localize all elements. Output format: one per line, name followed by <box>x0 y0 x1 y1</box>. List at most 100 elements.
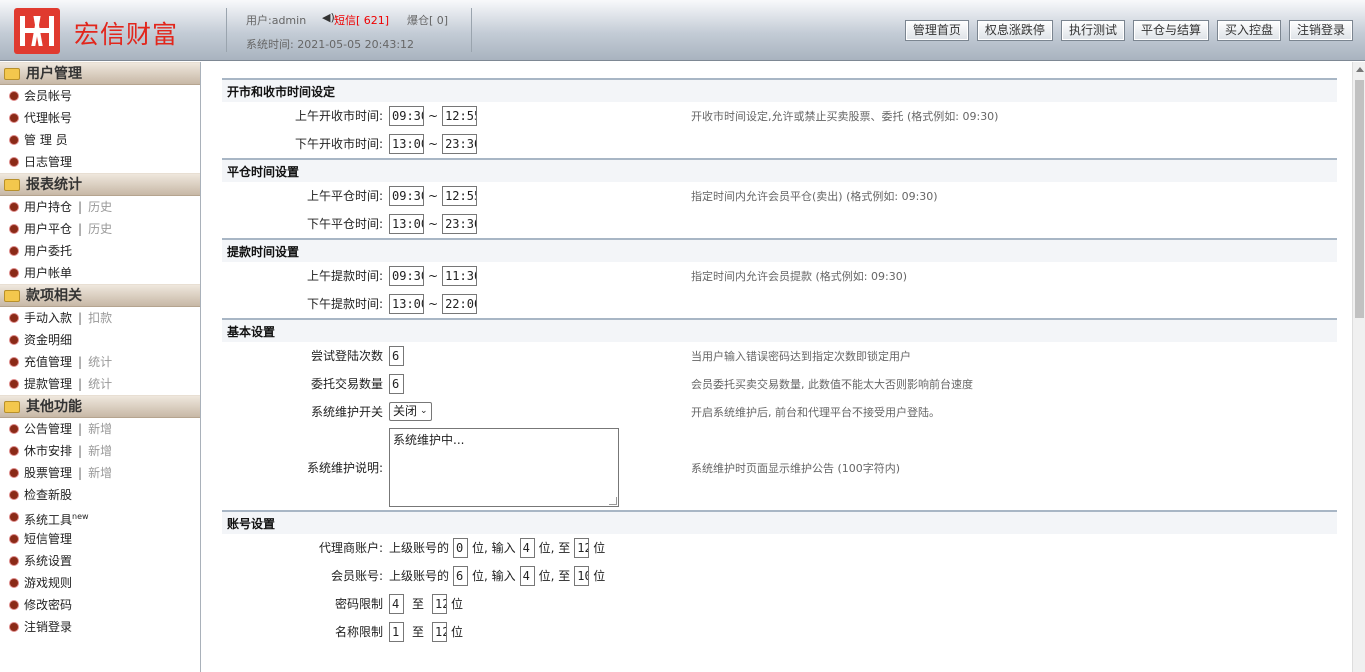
market-am-from-input[interactable]: 09:30 <box>389 105 424 126</box>
sidebar-section-title[interactable]: 报表统计 <box>0 173 200 196</box>
name-max-input[interactable]: 12 <box>432 621 448 642</box>
sidebar-item-link[interactable]: 用户帐单 <box>24 266 72 280</box>
member-min-digits-input[interactable]: 4 <box>519 565 535 586</box>
sidebar-item-link[interactable]: 日志管理 <box>24 155 72 169</box>
sidebar-item: 公告管理 | 新增 <box>0 418 200 440</box>
form-row: 上午提款时间: 09:30 ~ 11:30 指定时间内允许会员提款 (格式例如:… <box>222 262 1337 290</box>
logo-icon <box>14 8 60 54</box>
market-pm-from-input[interactable]: 13:00 <box>389 133 424 154</box>
password-max-input[interactable]: 12 <box>432 593 448 614</box>
agent-prefix-digits-input[interactable]: 0 <box>453 537 469 558</box>
market-am-to-input[interactable]: 12:55 <box>442 105 478 126</box>
close-am-from-input[interactable]: 09:30 <box>389 185 424 206</box>
sidebar-item: 用户委托 <box>0 240 200 262</box>
sidebar-item-link[interactable]: 用户委托 <box>24 244 72 258</box>
sidebar-item-link[interactable]: 公告管理 <box>24 422 72 436</box>
member-max-digits-input[interactable]: 10 <box>574 565 590 586</box>
field-label: 系统维护说明: <box>306 461 383 475</box>
sidebar-item-link[interactable]: 管 理 员 <box>24 133 68 147</box>
nav-buy-control-button[interactable]: 买入控盘 <box>1216 20 1281 41</box>
form-row: 系统维护开关 关闭 ⌄ 开启系统维护后, 前台和代理平台不接受用户登陆。 <box>222 398 1337 426</box>
field-label: 系统维护开关 <box>310 405 383 419</box>
sidebar-item-sublink[interactable]: 新增 <box>88 422 112 436</box>
scroll-thumb[interactable] <box>1355 80 1364 318</box>
name-min-input[interactable]: 1 <box>389 621 404 642</box>
field-label: 密码限制 <box>334 597 383 611</box>
inline-text: 位 <box>593 541 606 555</box>
sidebar-item-sublink[interactable]: 新增 <box>88 466 112 480</box>
bullet-icon <box>10 513 18 521</box>
trade-count-input[interactable]: 6 <box>389 373 404 394</box>
maintenance-notice-textarea[interactable]: 系统维护中... <box>389 428 619 507</box>
sidebar-item-link[interactable]: 股票管理 <box>24 466 72 480</box>
agent-min-digits-input[interactable]: 4 <box>519 537 535 558</box>
sidebar-item-link[interactable]: 注销登录 <box>24 620 72 634</box>
current-user: 用户:admin <box>246 14 307 27</box>
market-pm-to-input[interactable]: 23:30 <box>442 133 478 154</box>
nav-logout-button[interactable]: 注销登录 <box>1288 20 1353 41</box>
resize-grip-icon[interactable] <box>609 497 617 505</box>
sidebar-section-title[interactable]: 款项相关 <box>0 284 200 307</box>
form-row: 下午开收市时间: 13:00 ~ 23:30 <box>222 130 1337 158</box>
field-label: 上午提款时间: <box>306 269 383 283</box>
sidebar-item-link[interactable]: 充值管理 <box>24 355 72 369</box>
sidebar-item-link[interactable]: 休市安排 <box>24 444 72 458</box>
sidebar-item-sublink[interactable]: 扣款 <box>88 311 112 325</box>
sidebar-item-link[interactable]: 短信管理 <box>24 532 72 546</box>
sidebar-item-link[interactable]: 系统设置 <box>24 554 72 568</box>
maintenance-switch-select[interactable]: 关闭 ⌄ <box>389 402 432 421</box>
agent-max-digits-input[interactable]: 12 <box>574 537 590 558</box>
field-hint: 开启系统维护后, 前台和代理平台不接受用户登陆。 <box>691 405 940 419</box>
sms-count-link[interactable]: 短信[ 621] <box>334 12 389 28</box>
bullet-icon <box>10 469 18 477</box>
withdraw-pm-from-input[interactable]: 13:00 <box>389 293 424 314</box>
sidebar-item-link[interactable]: 修改密码 <box>24 598 72 612</box>
bullet-icon <box>10 136 18 144</box>
sidebar-item-link[interactable]: 会员帐号 <box>24 89 72 103</box>
scroll-up-arrow-icon[interactable] <box>1356 67 1364 72</box>
select-value: 关闭 <box>393 404 418 418</box>
sidebar-section-title[interactable]: 其他功能 <box>0 395 200 418</box>
bullet-icon <box>10 269 18 277</box>
link-separator: | <box>78 444 83 458</box>
password-min-input[interactable]: 4 <box>389 593 404 614</box>
sidebar-item-link[interactable]: 代理帐号 <box>24 111 72 125</box>
close-am-to-input[interactable]: 12:55 <box>442 185 478 206</box>
section-title-close-time: 平仓时间设置 <box>222 158 1337 182</box>
blowup-count-link[interactable]: 爆仓[ 0] <box>407 12 448 28</box>
sidebar-item-link[interactable]: 提款管理 <box>24 377 72 391</box>
bullet-icon <box>10 601 18 609</box>
nav-run-test-button[interactable]: 执行测试 <box>1060 20 1125 41</box>
field-label: 代理商账户: <box>318 541 383 555</box>
sidebar-item: 手动入款 | 扣款 <box>0 307 200 329</box>
link-separator: | <box>78 466 83 480</box>
field-label: 上午开收市时间: <box>294 109 383 123</box>
sidebar-item-sublink[interactable]: 统计 <box>88 377 112 391</box>
sidebar-item-link[interactable]: 检查新股 <box>24 488 72 502</box>
sidebar-item-sublink[interactable]: 新增 <box>88 444 112 458</box>
close-pm-to-input[interactable]: 23:30 <box>442 213 478 234</box>
sidebar-item-link[interactable]: 用户平仓 <box>24 222 72 236</box>
sidebar-item-sublink[interactable]: 统计 <box>88 355 112 369</box>
sidebar-item-sublink[interactable]: 历史 <box>88 200 112 214</box>
close-pm-from-input[interactable]: 13:00 <box>389 213 424 234</box>
main-scrollbar[interactable] <box>1352 62 1365 672</box>
member-prefix-digits-input[interactable]: 6 <box>453 565 469 586</box>
login-attempts-input[interactable]: 6 <box>389 345 404 366</box>
withdraw-pm-to-input[interactable]: 22:00 <box>442 293 478 314</box>
sidebar-item-link[interactable]: 游戏规则 <box>24 576 72 590</box>
sidebar-item-link[interactable]: 手动入款 <box>24 311 72 325</box>
field-hint: 指定时间内允许会员提款 (格式例如: 09:30) <box>691 269 907 283</box>
withdraw-am-from-input[interactable]: 09:30 <box>389 265 424 286</box>
inline-text: 至 <box>412 625 425 639</box>
nav-close-settle-button[interactable]: 平仓与结算 <box>1132 20 1209 41</box>
nav-home-button[interactable]: 管理首页 <box>904 20 969 41</box>
nav-rights-limit-button[interactable]: 权息涨跌停 <box>976 20 1053 41</box>
sidebar-section-title[interactable]: 用户管理 <box>0 62 200 85</box>
sidebar-item-link[interactable]: 系统工具 <box>24 513 72 527</box>
sidebar-item-link[interactable]: 资金明细 <box>24 333 72 347</box>
bullet-icon <box>10 92 18 100</box>
sidebar-item-link[interactable]: 用户持仓 <box>24 200 72 214</box>
sidebar-item-sublink[interactable]: 历史 <box>88 222 112 236</box>
withdraw-am-to-input[interactable]: 11:30 <box>442 265 478 286</box>
